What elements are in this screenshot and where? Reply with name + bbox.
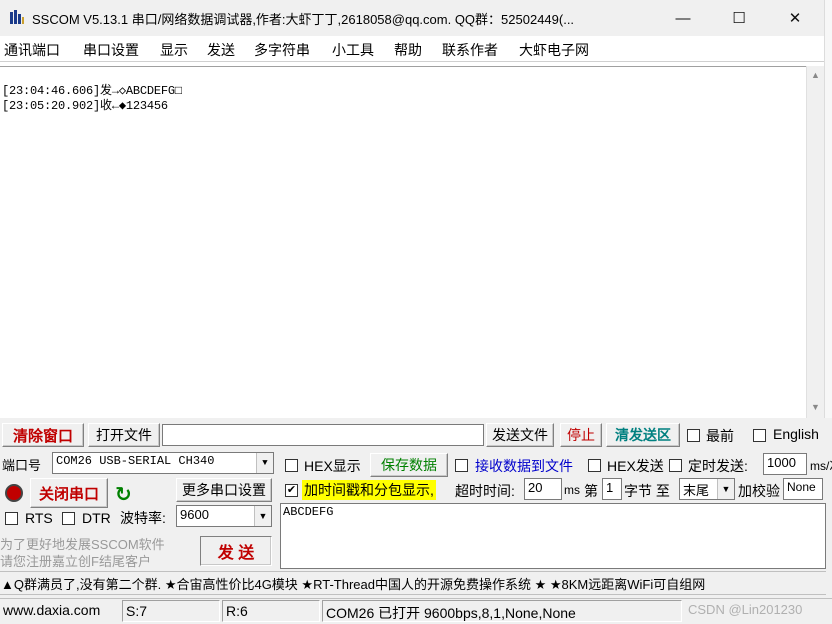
baud-select[interactable]: 9600 ▼ <box>176 505 272 527</box>
clear-send-button[interactable]: 清发送区 <box>606 423 680 447</box>
byte-prefix-label: 第 <box>584 483 598 499</box>
baud-label: 波特率: <box>120 510 166 526</box>
menu-display[interactable]: 显示 <box>160 40 188 60</box>
chevron-down-icon[interactable]: ▼ <box>256 453 273 473</box>
close-button[interactable]: ✕ <box>766 0 824 36</box>
recv-to-file-checkbox[interactable] <box>455 459 468 472</box>
hex-display-label: HEX显示 <box>304 458 361 474</box>
receive-line: [23:05:20.902]收←◆123456 <box>2 99 168 113</box>
send-button[interactable]: 发 送 <box>200 536 272 566</box>
more-settings-button[interactable]: 更多串口设置 <box>176 478 272 502</box>
minimize-button[interactable]: — <box>654 0 712 36</box>
byte-suffix-label: 字节 至 <box>624 483 670 499</box>
scroll-up-icon[interactable]: ▲ <box>811 70 820 80</box>
checksum-select[interactable]: None <box>783 478 823 500</box>
port-status-icon <box>5 484 23 502</box>
end-select-value: 末尾 <box>683 483 710 498</box>
front-label: 最前 <box>706 428 734 444</box>
port-label: 端口号 <box>2 458 42 473</box>
receive-scrollbar[interactable]: ▲ ▼ <box>806 66 824 418</box>
timeout-label: 超时时间: <box>455 483 515 499</box>
send-textarea[interactable]: ABCDEFG <box>280 503 826 569</box>
timeout-input[interactable]: 20 <box>524 478 562 500</box>
baud-select-value: 9600 <box>180 507 209 522</box>
hex-send-checkbox[interactable] <box>588 459 601 472</box>
rts-checkbox[interactable] <box>5 512 18 525</box>
dtr-label: DTR <box>82 510 111 526</box>
timestamp-label: 加时间戳和分包显示, <box>302 480 436 500</box>
menu-send[interactable]: 发送 <box>207 40 235 60</box>
close-port-button[interactable]: 关闭串口 <box>30 478 108 508</box>
timed-send-checkbox[interactable] <box>669 459 682 472</box>
open-file-button[interactable]: 打开文件 <box>88 423 160 447</box>
english-label: English <box>773 426 819 442</box>
website-link[interactable]: www.daxia.com <box>0 600 120 622</box>
csdn-watermark: CSDN @Lin201230 <box>688 602 803 617</box>
app-icon <box>10 10 24 24</box>
received-count: R:6 <box>222 600 320 622</box>
dtr-checkbox[interactable] <box>62 512 75 525</box>
hex-display-checkbox[interactable] <box>285 459 298 472</box>
title-bar[interactable]: SSCOM V5.13.1 串口/网络数据调试器,作者:大虾丁丁,2618058… <box>0 0 832 36</box>
timestamp-checkbox[interactable]: ✔ <box>285 484 298 497</box>
promo-line-2[interactable]: 请您注册嘉立创F结尾客户 <box>0 551 151 570</box>
send-file-button[interactable]: 发送文件 <box>486 423 554 447</box>
end-select[interactable]: 末尾 ▼ <box>679 478 735 500</box>
scroll-down-icon[interactable]: ▼ <box>811 402 820 412</box>
chevron-down-icon[interactable]: ▼ <box>717 479 734 499</box>
ad-ticker[interactable]: ▲Q群满员了,没有第二个群. ★合宙高性价比4G模块 ★RT-Thread中国人… <box>0 571 826 595</box>
rts-label: RTS <box>25 510 53 526</box>
timed-unit-label: ms/次 <box>810 459 832 473</box>
clear-window-button[interactable]: 清除窗口 <box>2 423 84 447</box>
menu-multi-string[interactable]: 多字符串 <box>254 40 310 60</box>
refresh-icon[interactable]: ↻ <box>115 482 132 507</box>
receive-area[interactable]: [23:04:46.606]发→◇ABCDEFG□ [23:05:20.902]… <box>0 66 806 418</box>
save-data-button[interactable]: 保存数据 <box>370 453 448 477</box>
menu-comm-port[interactable]: 通讯端口 <box>4 40 60 60</box>
stop-button[interactable]: 停止 <box>560 423 602 447</box>
port-select-value: COM26 USB-SERIAL CH340 <box>56 454 215 468</box>
hex-send-label: HEX发送 <box>607 458 664 474</box>
timed-send-label: 定时发送: <box>688 458 748 474</box>
byte-start-input[interactable]: 1 <box>602 478 622 500</box>
recv-to-file-label: 接收数据到文件 <box>475 458 573 474</box>
english-checkbox[interactable] <box>753 429 766 442</box>
menu-daxia-site[interactable]: 大虾电子网 <box>519 40 589 60</box>
sent-count: S:7 <box>122 600 220 622</box>
front-checkbox[interactable] <box>687 429 700 442</box>
port-status-text: COM26 已打开 9600bps,8,1,None,None <box>322 600 682 622</box>
menu-tools[interactable]: 小工具 <box>332 40 374 60</box>
chevron-down-icon[interactable]: ▼ <box>254 506 271 526</box>
window-title: SSCOM V5.13.1 串口/网络数据调试器,作者:大虾丁丁,2618058… <box>32 12 575 27</box>
menu-serial-settings[interactable]: 串口设置 <box>83 40 139 60</box>
menu-help[interactable]: 帮助 <box>394 40 422 60</box>
timed-interval-input[interactable]: 1000 <box>763 453 807 475</box>
file-path-input[interactable] <box>162 424 484 446</box>
port-select[interactable]: COM26 USB-SERIAL CH340 ▼ <box>52 452 274 474</box>
maximize-button[interactable]: ☐ <box>710 0 768 36</box>
timeout-unit: ms <box>564 483 580 497</box>
menu-contact-author[interactable]: 联系作者 <box>442 40 498 60</box>
checksum-label: 加校验 <box>738 483 780 499</box>
